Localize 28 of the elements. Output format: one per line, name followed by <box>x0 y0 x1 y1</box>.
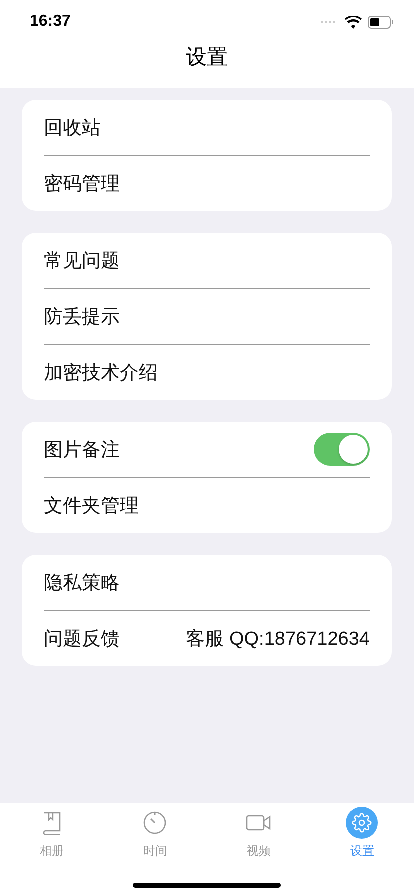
row-label: 隐私策略 <box>44 570 120 596</box>
row-label: 图片备注 <box>44 438 120 462</box>
row-label: 防丢提示 <box>44 304 120 330</box>
row-label: 文件夹管理 <box>44 494 139 518</box>
settings-row[interactable]: 文件夹管理 <box>44 477 370 533</box>
row-detail: 客服 QQ:1876712634 <box>186 628 370 652</box>
row-label: 密码管理 <box>44 172 120 196</box>
battery-icon <box>368 16 394 28</box>
wifi-icon <box>345 16 362 28</box>
book-icon <box>42 811 62 835</box>
row-label: 常见问题 <box>44 248 120 274</box>
video-camera-icon <box>246 814 272 832</box>
settings-row[interactable]: 密码管理 <box>44 155 370 211</box>
row-label: 回收站 <box>44 116 101 140</box>
row-label: 问题反馈 <box>44 626 120 652</box>
timer-icon <box>143 811 168 835</box>
settings-icon <box>352 813 372 833</box>
settings-row[interactable]: 加密技术介绍 <box>44 344 370 400</box>
settings-row[interactable]: 隐私策略 <box>44 555 370 610</box>
settings-row[interactable]: 图片备注 <box>44 422 370 477</box>
settings-row[interactable]: 问题反馈 客服 QQ:1876712634 <box>44 610 370 666</box>
row-label: 加密技术介绍 <box>44 360 158 386</box>
page-title: 设置 <box>185 44 229 70</box>
settings-row[interactable]: 防丢提示 <box>44 288 370 344</box>
settings-row[interactable]: 回收站 <box>44 100 370 155</box>
toggle-switch[interactable] <box>314 433 370 466</box>
settings-row[interactable]: 常见问题 <box>44 233 370 288</box>
status-time: 16:37 <box>30 13 71 31</box>
